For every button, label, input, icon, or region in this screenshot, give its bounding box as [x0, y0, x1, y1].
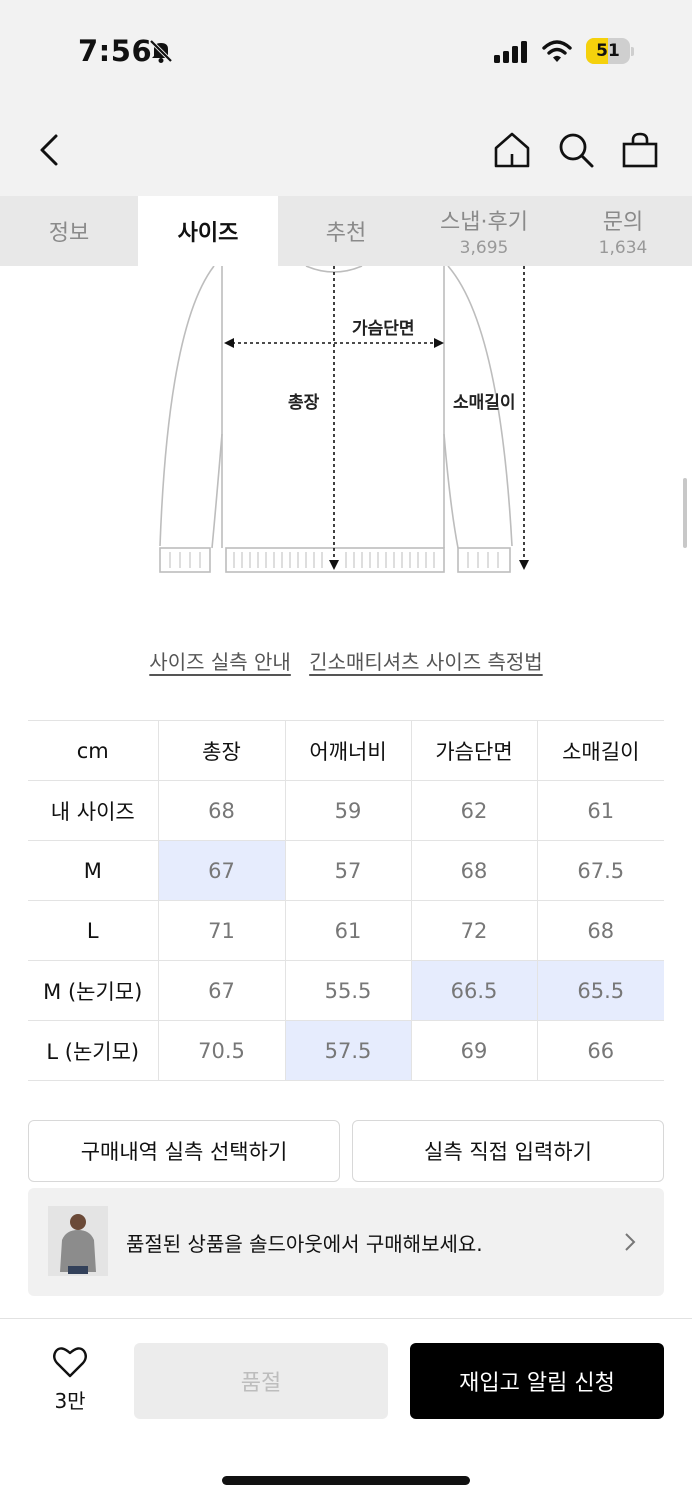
- tab-recommend[interactable]: 추천: [278, 196, 414, 266]
- restock-alert-button[interactable]: 재입고 알림 신청: [410, 1343, 664, 1419]
- column-header: 소매길이: [536, 720, 664, 781]
- table-cell: 65.5: [536, 960, 664, 1021]
- tab-label: 스냅·후기: [440, 210, 528, 235]
- soldout-banner[interactable]: 품절된 상품을 솔드아웃에서 구매해보세요.: [28, 1188, 664, 1296]
- size-guide-links: 사이즈 실측 안내 긴소매티셔츠 사이즈 측정법: [0, 646, 692, 675]
- chest-width-label: 가슴단면: [352, 319, 415, 339]
- table-cell: 67.5: [536, 840, 664, 901]
- row-label: 내 사이즈: [28, 780, 159, 841]
- table-cell: 57.5: [284, 1020, 412, 1081]
- like-button[interactable]: 3만: [40, 1345, 100, 1414]
- table-cell: 67: [157, 960, 286, 1021]
- bell-slash-icon: [149, 39, 173, 63]
- tab-label: 문의: [602, 210, 644, 235]
- tab-label: 사이즈: [177, 221, 239, 246]
- tab-label: 정보: [48, 221, 90, 246]
- scroll-indicator: [683, 478, 687, 548]
- column-header: cm: [28, 720, 159, 781]
- status-bar: 7:56 51: [0, 0, 692, 100]
- home-indicator: [222, 1476, 470, 1485]
- heart-icon: [53, 1347, 87, 1378]
- tab-bar: 정보 사이즈 추천 스냅·후기 3,695 문의 1,634: [0, 196, 692, 266]
- table-cell: 70.5: [157, 1020, 286, 1081]
- total-length-label: 총장: [288, 393, 320, 413]
- row-label: M: [28, 840, 159, 901]
- tab-info[interactable]: 정보: [0, 196, 138, 266]
- tab-count: 1,634: [598, 238, 648, 258]
- row-label: L (논기모): [28, 1020, 159, 1081]
- column-header: 어깨너비: [284, 720, 412, 781]
- chevron-right-icon: [625, 1233, 636, 1251]
- size-guide-link[interactable]: 사이즈 실측 안내: [149, 650, 291, 674]
- back-icon[interactable]: [30, 130, 70, 170]
- search-icon[interactable]: [556, 130, 596, 170]
- wifi-icon: [542, 40, 572, 62]
- home-icon[interactable]: [492, 130, 532, 170]
- soldout-button: 품절: [134, 1343, 388, 1419]
- table-cell: 68: [410, 840, 538, 901]
- tab-size[interactable]: 사이즈: [138, 196, 278, 266]
- status-time: 7:56: [78, 34, 153, 68]
- bottom-action-bar: 3만 품절 재입고 알림 신청: [0, 1318, 692, 1500]
- table-header-row: cm 총장 어깨너비 가슴단면 소매길이: [28, 720, 664, 781]
- column-header: 가슴단면: [410, 720, 538, 781]
- tab-label: 추천: [325, 221, 367, 246]
- banner-text: 품절된 상품을 솔드아웃에서 구매해보세요.: [126, 1232, 483, 1256]
- size-diagram: 가슴단면 총장 소매길이: [0, 265, 692, 606]
- app-header: [0, 100, 692, 196]
- battery-indicator: 51: [586, 38, 634, 64]
- battery-percent: 51: [596, 41, 620, 61]
- table-cell: 62: [410, 780, 538, 841]
- table-cell: 69: [410, 1020, 538, 1081]
- table-cell: 59: [284, 780, 412, 841]
- table-cell: 55.5: [284, 960, 412, 1021]
- table-cell: 72: [410, 900, 538, 961]
- size-table: cm 총장 어깨너비 가슴단면 소매길이 내 사이즈 68 59 62 61 M…: [28, 720, 664, 1081]
- row-label: L: [28, 900, 159, 961]
- table-cell: 71: [157, 900, 286, 961]
- sweatshirt-illustration: [159, 265, 529, 573]
- table-row: M 67 57 68 67.5: [28, 840, 664, 901]
- table-row: L (논기모) 70.5 57.5 69 66: [28, 1020, 664, 1081]
- table-cell: 61: [284, 900, 412, 961]
- table-cell: 57: [284, 840, 412, 901]
- select-purchase-history-button[interactable]: 구매내역 실측 선택하기: [28, 1120, 340, 1182]
- shopping-bag-icon[interactable]: [620, 130, 660, 170]
- table-row: M (논기모) 67 55.5 66.5 65.5: [28, 960, 664, 1021]
- like-count: 3만: [54, 1389, 86, 1413]
- tab-snap-review[interactable]: 스냅·후기 3,695: [414, 196, 554, 266]
- table-cell: 61: [536, 780, 664, 841]
- table-row: 내 사이즈 68 59 62 61: [28, 780, 664, 841]
- tab-inquiry[interactable]: 문의 1,634: [554, 196, 692, 266]
- direct-input-button[interactable]: 실측 직접 입력하기: [352, 1120, 664, 1182]
- table-cell: 68: [157, 780, 286, 841]
- table-cell: 68: [536, 900, 664, 961]
- table-cell: 66.5: [410, 960, 538, 1021]
- column-header: 총장: [157, 720, 286, 781]
- tab-count: 3,695: [459, 238, 509, 258]
- table-cell: 67: [157, 840, 286, 901]
- row-label: M (논기모): [28, 960, 159, 1021]
- sleeve-length-label: 소매길이: [453, 393, 516, 413]
- table-row: L 71 61 72 68: [28, 900, 664, 961]
- product-thumbnail: [48, 1206, 108, 1276]
- table-cell: 66: [536, 1020, 664, 1081]
- cellular-signal-icon: [494, 41, 527, 63]
- measurement-method-link[interactable]: 긴소매티셔츠 사이즈 측정법: [309, 650, 543, 674]
